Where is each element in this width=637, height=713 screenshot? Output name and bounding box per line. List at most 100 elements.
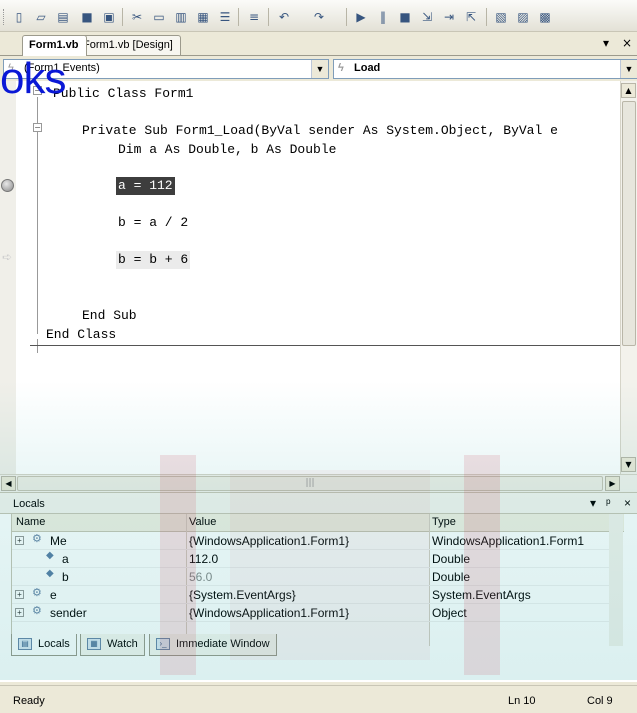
navigation-bar: ϟ (Form1 Events) ▼ ϟ Load ▼ bbox=[0, 55, 637, 81]
window-position-icon[interactable]: ▾ bbox=[590, 496, 596, 510]
step-into-icon[interactable]: ⇲ bbox=[418, 8, 436, 26]
table-row[interactable]: ◆ b 56.0 Double bbox=[12, 568, 610, 586]
variable-name: sender bbox=[50, 606, 87, 620]
start-icon[interactable]: ▶ bbox=[352, 8, 370, 26]
pause-icon[interactable]: ‖ bbox=[374, 8, 392, 26]
status-bar: Ready Ln 10 Col 9 bbox=[0, 685, 637, 713]
save-icon[interactable]: ■ bbox=[78, 8, 96, 26]
variable-name: b bbox=[62, 570, 69, 584]
tab-immediate-window[interactable]: ›_ Immediate Window bbox=[149, 634, 277, 656]
status-text: Ready bbox=[13, 695, 45, 707]
toolbar-grip[interactable] bbox=[3, 9, 6, 25]
tab-label: Form1.vb bbox=[29, 39, 79, 51]
code-area[interactable]: − − Public Class Form1 Private Sub Form1… bbox=[0, 81, 620, 492]
chevron-down-icon[interactable]: ▼ bbox=[620, 60, 637, 78]
variable-value[interactable]: 56.0 bbox=[189, 568, 212, 586]
open-icon[interactable]: ▱ bbox=[32, 8, 50, 26]
tab-locals[interactable]: ▤ Locals bbox=[11, 634, 77, 656]
toolbar-separator bbox=[122, 8, 123, 26]
undo-icon[interactable]: ↶ bbox=[275, 8, 293, 26]
variable-value[interactable]: {System.EventArgs} bbox=[189, 586, 296, 604]
document-tabs: Form1.vb [Design] Form1.vb ▾ × bbox=[0, 32, 637, 56]
cut-icon[interactable]: ✂ bbox=[128, 8, 146, 26]
redo-icon[interactable]: ↷ bbox=[310, 8, 328, 26]
variable-type: Object bbox=[432, 606, 467, 620]
copy-icon[interactable]: ▭ bbox=[150, 8, 168, 26]
list-icon[interactable]: ☰ bbox=[216, 8, 234, 26]
properties-icon[interactable]: ▧ bbox=[492, 8, 510, 26]
collapse-sub-icon[interactable]: − bbox=[33, 123, 42, 132]
toolbox-icon[interactable]: ▩ bbox=[536, 8, 554, 26]
step-over-icon[interactable]: ⇥ bbox=[440, 8, 458, 26]
add-item-icon[interactable]: ▤ bbox=[54, 8, 72, 26]
object-icon: ⚙ bbox=[32, 533, 42, 545]
table-row[interactable]: ◆ a 112.0 Double bbox=[12, 550, 610, 568]
pin-icon[interactable]: ᵖ bbox=[606, 496, 611, 510]
table-row[interactable]: + ⚙ Me {WindowsApplication1.Form1} Windo… bbox=[12, 532, 610, 550]
expand-icon[interactable]: + bbox=[15, 536, 24, 545]
code-line-current[interactable]: b = b + 6 bbox=[116, 251, 191, 269]
variable-value[interactable]: 112.0 bbox=[189, 550, 218, 568]
variable-type: WindowsApplication1.Form1 bbox=[432, 534, 585, 548]
expand-icon[interactable]: + bbox=[15, 608, 24, 617]
column-header-value[interactable]: Value bbox=[187, 514, 430, 532]
vertical-scrollbar[interactable]: ▲ ▼ bbox=[620, 81, 637, 474]
comment-icon[interactable]: ≡ bbox=[245, 8, 263, 26]
close-document-icon[interactable]: × bbox=[622, 36, 632, 50]
locals-scrollbar[interactable] bbox=[609, 514, 623, 646]
tool-window-tabs: ▤ Locals ▦ Watch ›_ Immediate Window bbox=[11, 632, 623, 660]
table-row[interactable]: + ⚙ e {System.EventArgs} System.EventArg… bbox=[12, 586, 610, 604]
expand-icon[interactable]: + bbox=[15, 590, 24, 599]
chevron-down-icon[interactable]: ▼ bbox=[311, 60, 328, 78]
scrollbar-thumb[interactable]: ||| bbox=[17, 476, 603, 491]
locals-icon: ▤ bbox=[18, 638, 32, 650]
tab-list-dropdown-icon[interactable]: ▾ bbox=[603, 36, 609, 50]
method-name-dropdown[interactable]: ϟ Load ▼ bbox=[333, 59, 637, 79]
variable-value[interactable]: {WindowsApplication1.Form1} bbox=[189, 604, 349, 622]
scrollbar-thumb[interactable] bbox=[622, 101, 636, 346]
tab-label: Immediate Window bbox=[176, 638, 270, 650]
end-of-class-divider bbox=[30, 345, 620, 346]
paste-icon[interactable]: ▥ bbox=[172, 8, 190, 26]
variable-type: Double bbox=[432, 570, 471, 584]
breakpoint-icon[interactable] bbox=[1, 179, 14, 192]
code-line-8[interactable]: End Class bbox=[46, 326, 116, 344]
horizontal-scrollbar[interactable]: ◀ ||| ▶ bbox=[0, 474, 637, 492]
field-icon: ◆ bbox=[46, 568, 54, 579]
column-header-name[interactable]: Name bbox=[12, 514, 187, 532]
close-icon[interactable]: × bbox=[624, 496, 631, 510]
watch-icon: ▦ bbox=[87, 638, 101, 650]
immediate-window-icon: ›_ bbox=[156, 638, 170, 650]
event-lightning-icon: ϟ bbox=[338, 62, 344, 74]
scroll-down-icon[interactable]: ▼ bbox=[621, 457, 636, 472]
code-line-7[interactable]: End Sub bbox=[82, 307, 137, 325]
scroll-left-icon[interactable]: ◀ bbox=[1, 476, 16, 491]
scroll-up-icon[interactable]: ▲ bbox=[621, 83, 636, 98]
find-icon[interactable]: ▦ bbox=[194, 8, 212, 26]
method-name-value: Load bbox=[354, 62, 381, 74]
scroll-right-icon[interactable]: ▶ bbox=[605, 476, 620, 491]
tab-label: Locals bbox=[38, 638, 70, 650]
stop-icon[interactable]: ■ bbox=[396, 8, 414, 26]
variable-type: Double bbox=[432, 552, 471, 566]
tab-form1-code[interactable]: Form1.vb bbox=[22, 35, 87, 56]
code-line-2[interactable]: Private Sub Form1_Load(ByVal sender As S… bbox=[82, 122, 558, 140]
code-line-5[interactable]: b = a / 2 bbox=[118, 214, 188, 232]
standard-toolbar: ▯ ▱ ▤ ■ ▣ ✂ ▭ ▥ ▦ ☰ ≡ ↶ ↷ ▶ ‖ ■ ⇲ ⇥ ⇱ ▧ … bbox=[0, 0, 637, 32]
tab-watch[interactable]: ▦ Watch bbox=[80, 634, 145, 656]
variable-value[interactable]: {WindowsApplication1.Form1} bbox=[189, 532, 349, 550]
column-header-type[interactable]: Type bbox=[430, 514, 624, 532]
step-out-icon[interactable]: ⇱ bbox=[462, 8, 480, 26]
object-browser-icon[interactable]: ▨ bbox=[514, 8, 532, 26]
code-editor[interactable]: − − Public Class Form1 Private Sub Form1… bbox=[0, 81, 637, 492]
table-row[interactable]: + ⚙ sender {WindowsApplication1.Form1} O… bbox=[12, 604, 610, 622]
locals-grid: Name Value Type + ⚙ Me {WindowsApplicati… bbox=[11, 514, 624, 646]
tab-form1-design[interactable]: Form1.vb [Design] bbox=[76, 35, 181, 55]
line-indicator: Ln 10 bbox=[508, 695, 536, 707]
code-line-3[interactable]: Dim a As Double, b As Double bbox=[118, 141, 336, 159]
locals-title-bar: Locals ▾ ᵖ × bbox=[0, 492, 637, 514]
code-line-breakpoint[interactable]: a = 112 bbox=[116, 177, 175, 195]
save-all-icon[interactable]: ▣ bbox=[100, 8, 118, 26]
new-project-icon[interactable]: ▯ bbox=[10, 8, 28, 26]
code-line-1[interactable]: Public Class Form1 bbox=[53, 85, 193, 103]
